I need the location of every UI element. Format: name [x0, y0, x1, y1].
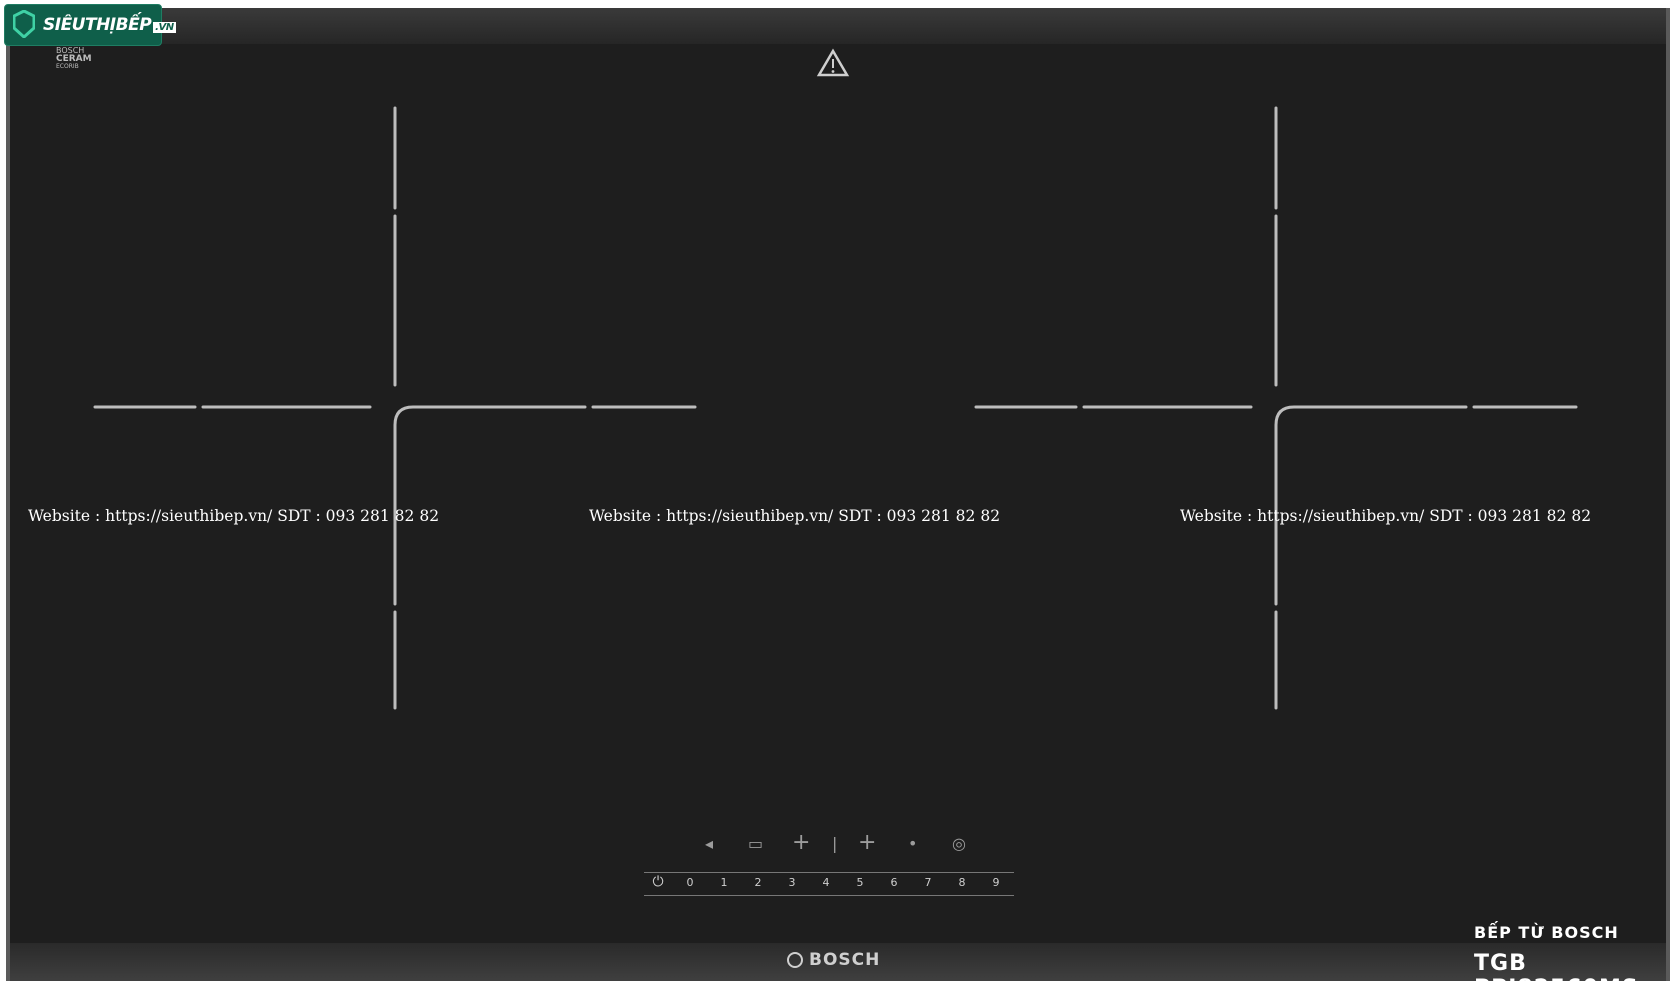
left-zone-cross — [93, 106, 697, 710]
left-zone-button[interactable]: + — [792, 830, 810, 855]
zone-select-back-button[interactable]: ◂ — [705, 834, 713, 853]
caption-model: TGB PPI82560MS — [1474, 951, 1639, 1001]
boost-button[interactable]: • — [908, 834, 917, 853]
level-1[interactable]: 1 — [716, 876, 732, 889]
divider: | — [832, 834, 838, 853]
level-2[interactable]: 2 — [750, 876, 766, 889]
level-4[interactable]: 4 — [818, 876, 834, 889]
timer-button[interactable]: ◎ — [952, 834, 966, 853]
level-3[interactable]: 3 — [784, 876, 800, 889]
caption-title: BẾP TỪ BOSCH — [1474, 923, 1619, 942]
watermark-center: Website : https://sieuthibep.vn/ SDT : 0… — [589, 507, 1001, 525]
power-level-slider[interactable]: ⏻ 0 1 2 3 4 5 6 7 8 9 — [644, 872, 1014, 896]
bosch-logo-icon — [787, 952, 803, 968]
level-8[interactable]: 8 — [954, 876, 970, 889]
watermark-right: Website : https://sieuthibep.vn/ SDT : 0… — [1180, 507, 1592, 525]
right-zone-button[interactable]: + — [858, 830, 876, 855]
touch-control-panel: ◂ ▭ + | + • ◎ ⏻ 0 1 2 3 4 5 6 7 8 9 — [640, 830, 1020, 902]
watermark-left: Website : https://sieuthibep.vn/ SDT : 0… — [28, 507, 440, 525]
right-zone-cross — [974, 106, 1578, 710]
power-icon[interactable]: ⏻ — [650, 874, 666, 890]
zone-select-button[interactable]: ▭ — [748, 834, 763, 853]
level-5[interactable]: 5 — [852, 876, 868, 889]
level-6[interactable]: 6 — [886, 876, 902, 889]
level-0[interactable]: 0 — [682, 876, 698, 889]
bosch-brand: BOSCH — [787, 950, 880, 970]
level-7[interactable]: 7 — [920, 876, 936, 889]
level-9[interactable]: 9 — [988, 876, 1004, 889]
